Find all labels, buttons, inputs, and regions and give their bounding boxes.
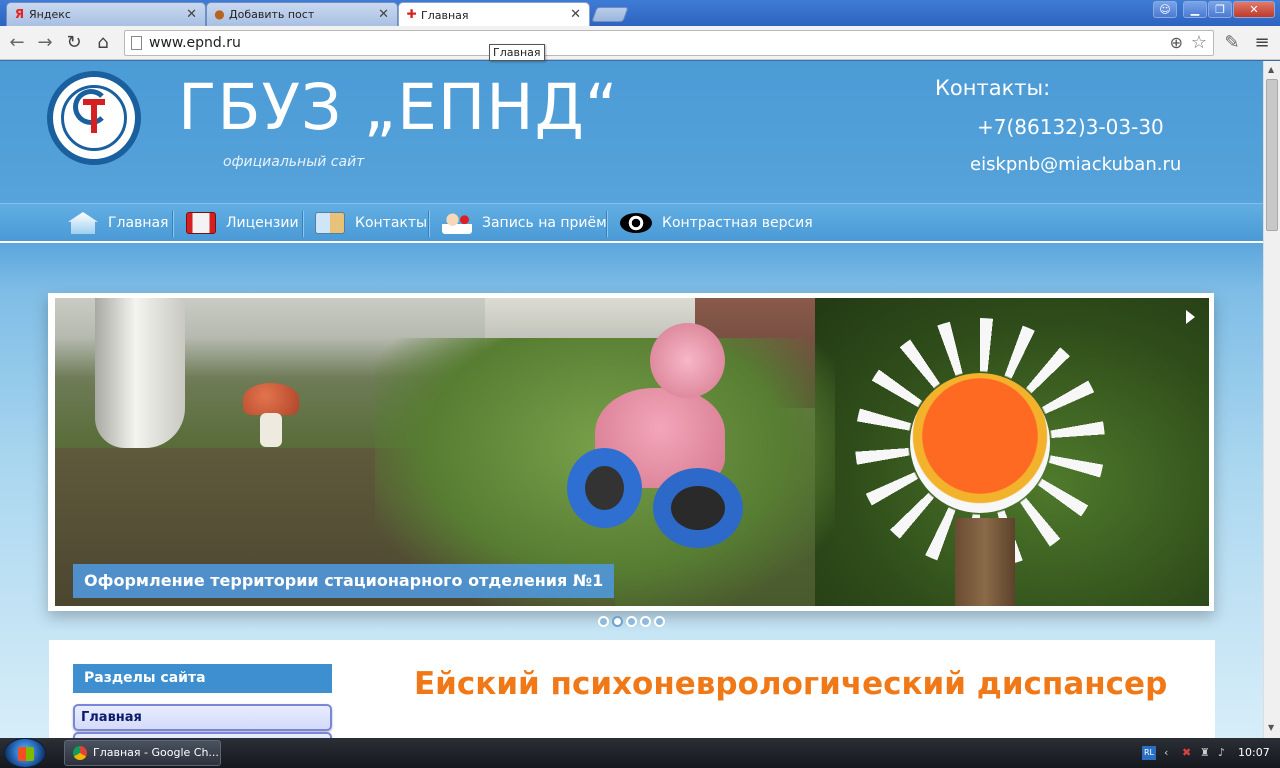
image-slider[interactable]: Оформление территории стационарного отде… — [48, 293, 1214, 611]
content-area: Разделы сайта Главная Ейский психоневрол… — [49, 640, 1215, 738]
tab-glavnaya[interactable]: ✚ Главная ✕ — [398, 2, 590, 27]
restore-icon[interactable]: ❐ — [1208, 1, 1232, 18]
photo-pig-head — [650, 323, 725, 398]
slider-pagination — [598, 616, 665, 627]
menu-item-appointment[interactable]: Запись на приём — [442, 204, 607, 242]
tray-volume-icon[interactable]: ♪ — [1218, 746, 1230, 760]
reload-icon[interactable]: ↻ — [62, 31, 86, 55]
tab-close-icon[interactable]: ✕ — [570, 7, 581, 22]
tab-close-icon[interactable]: ✕ — [378, 7, 389, 22]
sidebar-item-home[interactable]: Главная — [73, 704, 332, 731]
slide-photo: Оформление территории стационарного отде… — [55, 298, 1209, 606]
tab-yandex[interactable]: Я Яндекс ✕ — [6, 2, 206, 26]
slider-dot-active[interactable] — [612, 616, 623, 627]
sidebar-heading: Разделы сайта — [73, 664, 332, 693]
photo-stump — [955, 518, 1015, 606]
tab-label: Яндекс — [29, 8, 71, 21]
photo-tree — [95, 298, 185, 448]
bookmark-star-icon[interactable]: ☆ — [1191, 32, 1207, 53]
photo-sun-face — [910, 373, 1050, 513]
site-title: ГБУЗ „ЕПНД“ — [178, 71, 619, 144]
user-icon[interactable]: ☺ — [1153, 1, 1177, 18]
scroll-down-arrow-icon[interactable]: ▼ — [1268, 723, 1274, 732]
main-menu: Главная Лицензии Контакты Запись на приё… — [0, 203, 1263, 243]
page-scrollbar[interactable]: ▲ ▼ — [1263, 61, 1280, 738]
contacts-card-icon — [315, 212, 345, 234]
slide-caption[interactable]: Оформление территории стационарного отде… — [73, 564, 615, 598]
taskbar-clock[interactable]: 10:07 — [1238, 746, 1270, 759]
taskbar-window-chrome[interactable]: Главная - Google Ch... — [64, 740, 221, 766]
contact-email[interactable]: eiskpnb@miackuban.ru — [970, 154, 1181, 175]
eye-icon — [620, 213, 652, 233]
windows-logo-icon — [18, 747, 34, 761]
photo-tire-right — [653, 468, 743, 548]
page-title: Ейский психоневрологический диспансер — [414, 666, 1168, 702]
menu-separator — [606, 211, 608, 237]
menu-item-label: Запись на приём — [482, 215, 607, 231]
tray-network-icon[interactable]: ✖ — [1182, 746, 1194, 760]
contact-phone: +7(86132)3-03-30 — [977, 115, 1164, 139]
tray-security-icon[interactable]: ♜ — [1200, 746, 1212, 760]
menu-item-label: Контрастная версия — [662, 215, 813, 231]
chrome-icon — [73, 746, 87, 760]
menu-item-contacts[interactable]: Контакты — [315, 204, 427, 242]
forward-arrow-icon[interactable]: → — [33, 31, 57, 55]
start-button[interactable] — [4, 738, 46, 768]
menu-wrench-icon[interactable]: ≡ — [1250, 31, 1274, 55]
slider-dot[interactable] — [626, 616, 637, 627]
menu-item-label: Главная — [108, 215, 169, 231]
site-subtitle: официальный сайт — [223, 154, 365, 170]
minimize-icon[interactable]: ▁ — [1183, 1, 1207, 18]
menu-item-label: Контакты — [355, 215, 428, 231]
web-page: ГБУЗ „ЕПНД“ официальный сайт Контакты: +… — [0, 61, 1263, 738]
new-tab-button[interactable] — [591, 7, 629, 22]
slider-dot[interactable] — [640, 616, 651, 627]
photo-mushroom-stem — [260, 413, 282, 447]
doctor-appointment-icon — [442, 212, 472, 234]
page-icon — [131, 36, 142, 50]
browser-titlebar: Я Яндекс ✕ ● Добавить пост ✕ ✚ Главная ✕… — [0, 0, 1280, 27]
add-post-favicon-icon: ● — [214, 7, 225, 21]
slider-next-arrow-icon[interactable] — [1186, 310, 1195, 324]
url-text[interactable]: www.epnd.ru — [149, 35, 241, 51]
menu-separator — [172, 211, 174, 237]
tray-expand-icon[interactable]: ‹ — [1164, 746, 1176, 760]
back-arrow-icon[interactable]: ← — [5, 31, 29, 55]
language-indicator[interactable]: RL — [1142, 746, 1156, 760]
home-icon — [68, 212, 98, 234]
menu-item-label: Лицензии — [226, 215, 299, 231]
slider-dot[interactable] — [598, 616, 609, 627]
home-icon[interactable]: ⌂ — [91, 31, 115, 55]
os-taskbar: Главная - Google Ch... RL ‹ ✖ ♜ ♪ 10:07 — [0, 738, 1280, 768]
tab-add-post[interactable]: ● Добавить пост ✕ — [206, 2, 398, 26]
tab-close-icon[interactable]: ✕ — [186, 7, 197, 22]
menu-item-licenses[interactable]: Лицензии — [186, 204, 299, 242]
menu-item-contrast[interactable]: Контрастная версия — [620, 204, 813, 242]
tab-tooltip: Главная — [489, 44, 545, 61]
tab-label: Главная — [421, 8, 469, 22]
close-icon[interactable]: ✕ — [1233, 1, 1275, 18]
extension-icon[interactable]: ✎ — [1220, 31, 1244, 55]
yandex-favicon-icon: Я — [14, 7, 25, 21]
menu-separator — [428, 211, 430, 237]
certificate-icon — [186, 212, 216, 234]
site-logo[interactable] — [47, 71, 141, 165]
scroll-thumb[interactable] — [1266, 79, 1278, 231]
menu-separator — [302, 211, 304, 237]
red-cross-favicon-icon: ✚ — [406, 7, 417, 21]
contacts-heading: Контакты: — [935, 76, 1051, 100]
zoom-icon[interactable]: ⊕ — [1170, 33, 1183, 52]
scroll-up-arrow-icon[interactable]: ▲ — [1268, 65, 1274, 74]
address-bar[interactable]: www.epnd.ru ⊕ ☆ — [124, 30, 1214, 56]
photo-mushroom-cap — [243, 383, 299, 415]
browser-toolbar: ← → ↻ ⌂ www.epnd.ru ⊕ ☆ ✎ ≡ — [0, 26, 1280, 60]
logo-staff-icon — [91, 99, 97, 133]
photo-tire-left — [567, 448, 642, 528]
taskbar-window-label: Главная - Google Ch... — [93, 746, 219, 759]
slider-dot[interactable] — [654, 616, 665, 627]
menu-item-home[interactable]: Главная — [68, 204, 168, 242]
tab-label: Добавить пост — [229, 8, 315, 21]
